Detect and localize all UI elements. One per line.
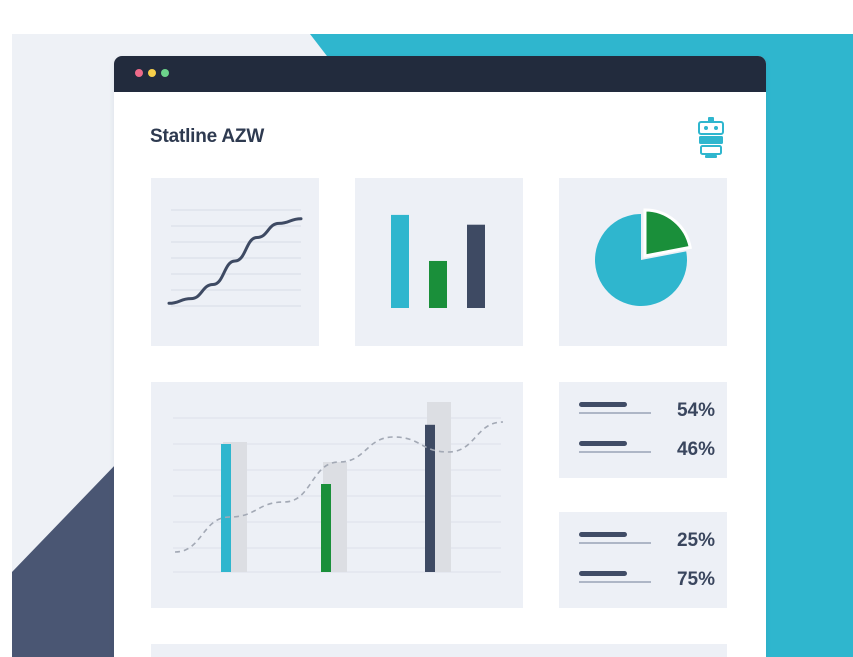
- stat-bar: [579, 441, 627, 446]
- stat-row: 75%: [559, 565, 727, 595]
- combo-chart-card[interactable]: [151, 382, 523, 608]
- bar: [391, 214, 409, 308]
- app-title: Statline AZW: [150, 126, 265, 147]
- stat-bar: [579, 532, 627, 537]
- stat-row: 25%: [559, 526, 727, 556]
- pie-chart-card[interactable]: [559, 178, 727, 346]
- pie-chart: [595, 208, 692, 306]
- stat-underline: [579, 581, 651, 583]
- stats-card-2[interactable]: 25% 75%: [559, 512, 727, 608]
- stat-value: 54%: [676, 400, 715, 421]
- robot-icon[interactable]: [696, 116, 726, 160]
- maximize-window-button[interactable]: [161, 69, 169, 77]
- stat-underline: [579, 412, 651, 414]
- stat-underline: [579, 451, 651, 453]
- line-chart-card[interactable]: [151, 178, 319, 346]
- close-window-button[interactable]: [135, 69, 143, 77]
- bar: [429, 260, 447, 308]
- line-chart-series-line: [167, 217, 303, 305]
- stats-card-1[interactable]: 54% 46%: [559, 382, 727, 478]
- window-titlebar: [114, 56, 766, 92]
- bar: [221, 444, 231, 572]
- stat-row: 46%: [559, 435, 727, 465]
- minimize-window-button[interactable]: [148, 69, 156, 77]
- stat-value: 25%: [676, 530, 715, 551]
- stat-bar: [579, 571, 627, 576]
- bar-chart: [391, 214, 485, 308]
- line-chart: [167, 209, 303, 307]
- stat-underline: [579, 542, 651, 544]
- stat-row: 54%: [559, 396, 727, 426]
- combo-chart: [173, 402, 504, 573]
- stat-bar: [579, 402, 627, 407]
- bottom-panel: [151, 644, 727, 657]
- pie-slice: [643, 208, 692, 258]
- bar: [321, 484, 331, 572]
- bar: [467, 224, 485, 308]
- dashboard-window: Statline AZW 54% 46% 25% 75%: [114, 56, 766, 657]
- bar-chart-card[interactable]: [355, 178, 523, 346]
- stat-value: 75%: [676, 569, 715, 590]
- stat-value: 46%: [676, 439, 715, 460]
